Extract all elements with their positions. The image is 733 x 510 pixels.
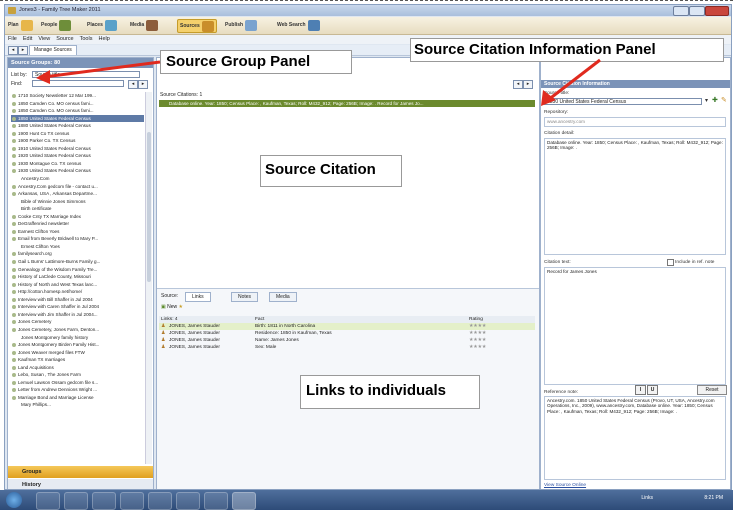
tray-clock: 8:21 PM xyxy=(704,495,723,501)
taskbar-app-ie2[interactable] xyxy=(92,492,116,510)
arrow-head-source-groups xyxy=(36,70,50,84)
start-button[interactable] xyxy=(6,492,22,508)
taskbar-app-media[interactable] xyxy=(36,492,60,510)
taskbar-app-explorer[interactable] xyxy=(120,492,144,510)
taskbar-app-ftm[interactable] xyxy=(232,492,256,510)
taskbar-app-docs[interactable] xyxy=(176,492,200,510)
arrow-head-citation-info xyxy=(541,90,556,106)
tray-links[interactable]: Links xyxy=(641,495,653,501)
taskbar-app-skype[interactable] xyxy=(204,492,228,510)
annotation-arrows xyxy=(36,58,601,106)
taskbar-app-ie[interactable] xyxy=(64,492,88,510)
arrow-to-citation-info xyxy=(547,58,601,102)
windows-taskbar: Links 8:21 PM xyxy=(0,490,733,510)
arrow-to-source-groups xyxy=(43,60,161,79)
taskbar-app-folder[interactable] xyxy=(148,492,172,510)
